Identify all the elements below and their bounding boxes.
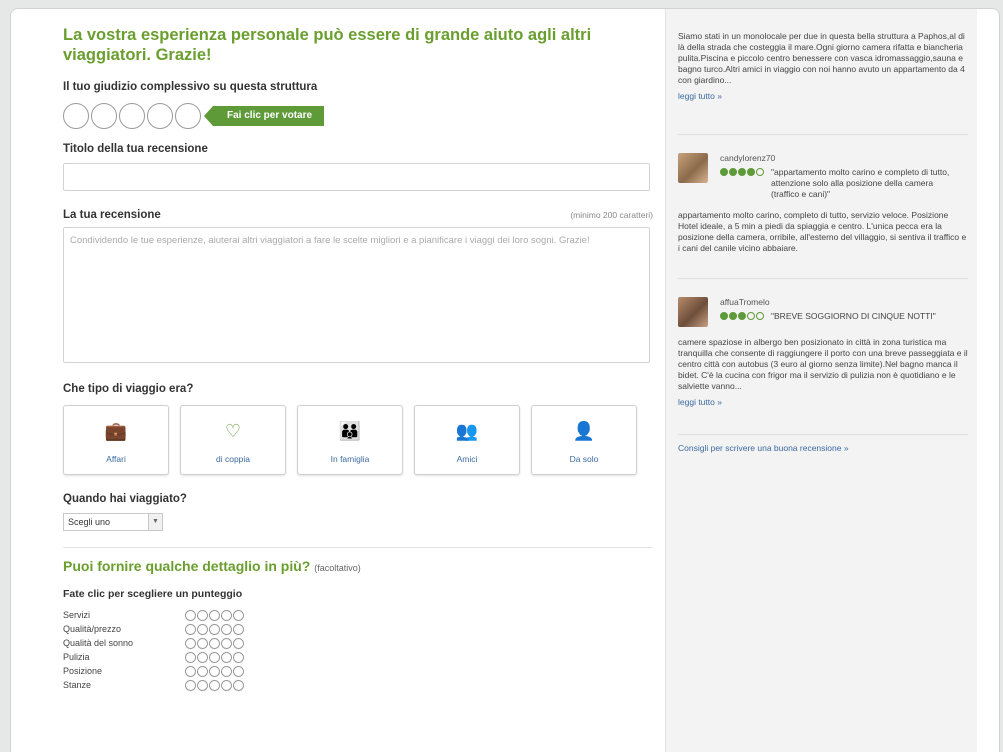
trip-type-solo[interactable]: 👤 Da solo [531, 405, 637, 475]
rating-bubble-2[interactable] [91, 103, 117, 129]
trip-type-options: 💼 Affari ♡ di coppia 👪 In famiglia 👥 Ami… [63, 405, 661, 475]
vote-hint-tag: Fai clic per votare [203, 106, 325, 126]
trip-type-friends[interactable]: 👥 Amici [414, 405, 520, 475]
trip-type-business[interactable]: 💼 Affari [63, 405, 169, 475]
review-tips-link[interactable]: Consigli per scrivere una buona recensio… [678, 443, 968, 453]
review-placeholder: Condividendo le tue esperienze, aiuterai… [70, 235, 590, 246]
page-frame: La vostra esperienza personale può esser… [10, 8, 1000, 752]
trip-type-family[interactable]: 👪 In famiglia [297, 405, 403, 475]
chevron-down-icon: ▼ [148, 514, 162, 530]
trip-type-label-friends: Amici [456, 454, 478, 464]
title-label: Titolo della tua recensione [63, 143, 208, 155]
rating-row: Qualità del sonno [63, 636, 661, 650]
review-card: affuaTromelo "BREVE SOGGIORNO DI CINQUE … [678, 297, 968, 410]
overall-rating: Fai clic per votare [63, 103, 661, 129]
review-title[interactable]: "BREVE SOGGIORNO DI CINQUE NOTTI" [771, 311, 961, 322]
review-body: appartamento molto carino, completo di t… [678, 210, 967, 253]
trip-type-couple[interactable]: ♡ di coppia [180, 405, 286, 475]
trip-type-label: Che tipo di viaggio era? [63, 383, 194, 395]
rating-bubble-3[interactable] [119, 103, 145, 129]
rating-bubble-5[interactable] [175, 103, 201, 129]
review-rating-bubbles [720, 312, 765, 320]
review-username[interactable]: affuaTromelo [720, 297, 961, 307]
review-form: La vostra esperienza personale può esser… [63, 25, 661, 692]
rating-row: Posizione [63, 664, 661, 678]
section-divider [63, 547, 653, 548]
review-body: camere spaziose in albergo ben posiziona… [678, 337, 968, 391]
rating-bubbles[interactable] [185, 651, 245, 663]
trip-type-label-solo: Da solo [569, 454, 599, 464]
rating-bubble-4[interactable] [147, 103, 173, 129]
when-label: Quando hai viaggiato? [63, 493, 187, 505]
details-heading: Puoi fornire qualche dettaglio in più? (… [63, 558, 661, 574]
rating-name: Stanze [63, 680, 92, 690]
review-card: candylorenz70 "appartamento molto carino… [678, 153, 968, 254]
sidebar-divider [678, 278, 968, 279]
trip-type-label-family: In famiglia [330, 454, 370, 464]
read-more-link[interactable]: leggi tutto » [678, 91, 722, 101]
trip-type-label-couple: di coppia [215, 454, 251, 464]
rating-bubble-1[interactable] [63, 103, 89, 129]
rating-row: Servizi [63, 608, 661, 622]
form-headline: La vostra esperienza personale può esser… [63, 26, 592, 64]
sidebar: Siamo stati in un monolocale per due in … [665, 9, 977, 752]
rating-row: Qualità/prezzo [63, 622, 661, 636]
rating-name: Pulizia [63, 652, 90, 662]
rating-row: Pulizia [63, 650, 661, 664]
briefcase-icon: 💼 [104, 421, 128, 441]
couple-heart-icon: ♡ [224, 421, 242, 441]
details-optional: (facoltativo) [314, 563, 361, 573]
rating-bubbles[interactable] [185, 623, 245, 635]
when-select[interactable]: Scegli uno ▼ [63, 513, 163, 531]
review-title[interactable]: "appartamento molto carino e completo di… [771, 167, 961, 200]
rating-bubbles[interactable] [185, 637, 245, 649]
avatar[interactable] [678, 153, 708, 183]
when-select-value: Scegli uno [68, 517, 111, 527]
sidebar-intro-text: Siamo stati in un monolocale per due in … [678, 31, 965, 85]
rating-name: Qualità del sonno [63, 638, 134, 648]
rating-bubbles[interactable] [185, 679, 245, 691]
details-heading-text: Puoi fornire qualche dettaglio in più? [63, 558, 311, 574]
detail-ratings: Servizi Qualità/prezzo Qualità del sonno… [63, 608, 661, 692]
read-more-link[interactable]: leggi tutto » [678, 397, 722, 407]
family-icon: 👪 [338, 421, 362, 441]
score-label: Fate clic per scegliere un punteggio [63, 588, 243, 600]
review-label: La tua recensione [63, 209, 161, 221]
solo-icon: 👤 [572, 421, 596, 441]
review-min-note: (minimo 200 caratteri) [570, 210, 653, 220]
rating-row: Stanze [63, 678, 661, 692]
review-title-input[interactable] [63, 163, 650, 191]
overall-rating-label: Il tuo giudizio complessivo su questa st… [63, 81, 318, 93]
friends-icon: 👥 [455, 421, 479, 441]
sidebar-divider [678, 434, 968, 435]
rating-bubbles[interactable] [185, 665, 245, 677]
review-rating-bubbles [720, 168, 765, 176]
avatar[interactable] [678, 297, 708, 327]
sidebar-divider [678, 134, 968, 135]
rating-bubbles[interactable] [185, 609, 245, 621]
review-username[interactable]: candylorenz70 [720, 153, 961, 163]
review-textarea[interactable]: Condividendo le tue esperienze, aiuterai… [63, 227, 650, 363]
rating-name: Qualità/prezzo [63, 624, 122, 634]
rating-name: Posizione [63, 666, 103, 676]
rating-name: Servizi [63, 610, 91, 620]
trip-type-label-business: Affari [106, 454, 126, 464]
